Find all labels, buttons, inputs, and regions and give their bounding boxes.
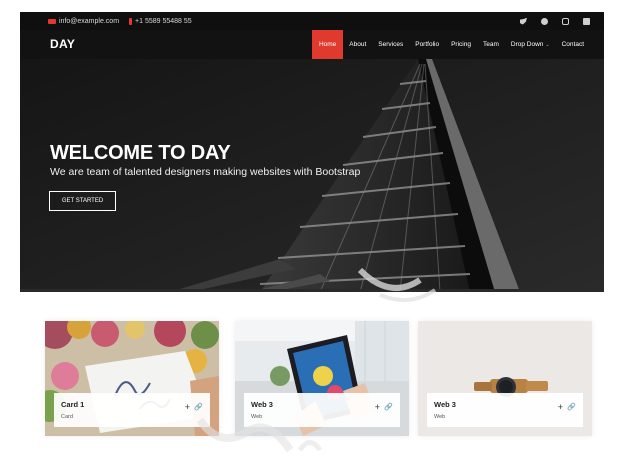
nav-portfolio[interactable]: Portfolio xyxy=(409,30,445,59)
hero-subtitle: We are team of talented designers making… xyxy=(50,166,361,178)
nav-dropdown[interactable]: Drop Down ⌄ xyxy=(505,30,556,59)
portfolio-category: Web xyxy=(434,414,446,420)
plus-icon[interactable]: + xyxy=(558,402,563,412)
nav-team[interactable]: Team xyxy=(477,30,505,59)
facebook-icon[interactable] xyxy=(541,17,548,25)
nav-contact[interactable]: Contact xyxy=(556,30,590,59)
link-icon[interactable]: 🔗 xyxy=(567,403,576,411)
site-header: DAY Home About Services Portfolio Pricin… xyxy=(20,30,604,59)
hero-title: WELCOME TO DAY xyxy=(50,142,231,164)
email-link[interactable]: info@example.com xyxy=(48,18,119,25)
portfolio-title: Card 1 xyxy=(61,400,85,409)
portfolio-item[interactable]: Card 1 Card + 🔗 xyxy=(45,321,219,436)
contact-info: info@example.com +1 5589 55488 55 xyxy=(48,12,192,30)
portfolio-category: Web xyxy=(251,414,263,420)
portfolio-info: Web 3 Web + 🔗 xyxy=(244,393,400,427)
portfolio-item[interactable]: Web 3 Web + 🔗 xyxy=(418,321,592,436)
link-icon[interactable]: 🔗 xyxy=(194,403,203,411)
social-links xyxy=(520,12,590,30)
nav-pricing[interactable]: Pricing xyxy=(445,30,477,59)
portfolio-item[interactable]: Web 3 Web + 🔗 xyxy=(235,321,409,436)
phone-link[interactable]: +1 5589 55488 55 xyxy=(125,17,192,25)
hero-section: WELCOME TO DAY We are team of talented d… xyxy=(20,59,604,292)
nav-dropdown-label: Drop Down xyxy=(510,41,544,48)
link-icon[interactable]: 🔗 xyxy=(384,403,393,411)
phone-icon xyxy=(129,17,133,25)
get-started-button[interactable]: GET STARTED xyxy=(49,191,116,211)
linkedin-icon[interactable] xyxy=(583,17,590,25)
twitter-icon[interactable] xyxy=(520,17,527,25)
portfolio-category: Card xyxy=(61,414,73,420)
portfolio-title: Web 3 xyxy=(434,400,456,409)
main-nav: Home About Services Portfolio Pricing Te… xyxy=(311,30,590,59)
plus-icon[interactable]: + xyxy=(185,402,190,412)
nav-home[interactable]: Home xyxy=(311,30,344,59)
portfolio-info: Web 3 Web + 🔗 xyxy=(427,393,583,427)
portfolio-info: Card 1 Card + 🔗 xyxy=(54,393,210,427)
nav-about[interactable]: About xyxy=(343,30,372,59)
nav-services[interactable]: Services xyxy=(372,30,409,59)
chevron-down-icon: ⌄ xyxy=(545,41,550,48)
plus-icon[interactable]: + xyxy=(375,402,380,412)
phone-text: +1 5589 55488 55 xyxy=(135,17,192,25)
instagram-icon[interactable] xyxy=(562,17,569,25)
site-logo[interactable]: DAY xyxy=(50,30,75,59)
envelope-icon xyxy=(48,18,56,24)
portfolio-title: Web 3 xyxy=(251,400,273,409)
topbar: info@example.com +1 5589 55488 55 xyxy=(20,12,604,30)
email-text: info@example.com xyxy=(59,17,120,25)
